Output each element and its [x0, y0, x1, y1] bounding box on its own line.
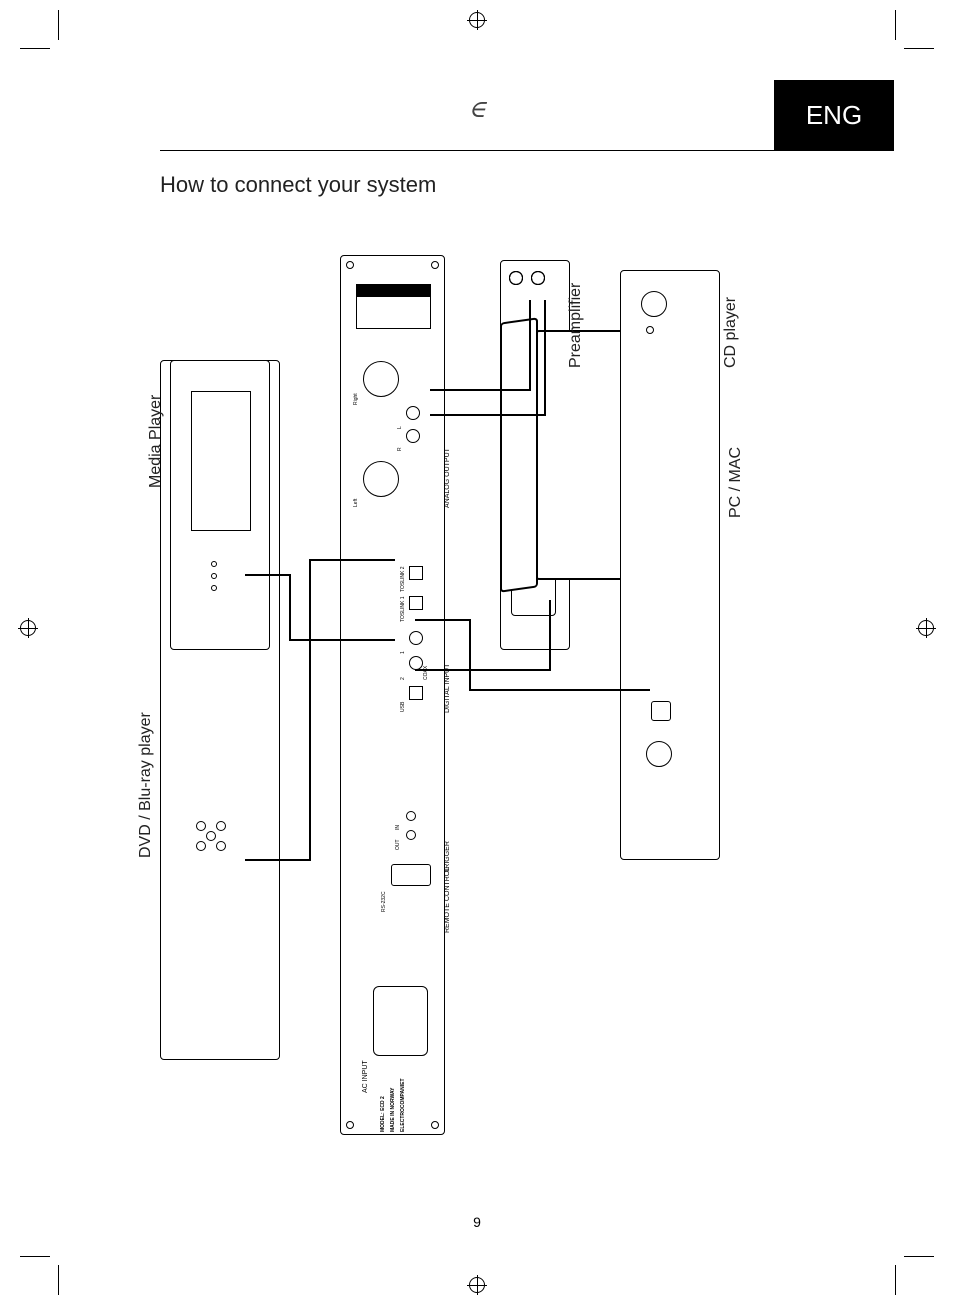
coax1-label: 1	[400, 651, 406, 654]
media-player	[170, 360, 270, 650]
dvd-output-cluster	[196, 821, 246, 871]
cd-led	[646, 326, 654, 334]
analog-output-section: ANALOG OUTPUT Right L R Left	[351, 351, 436, 521]
ac-input-section: AC INPUT	[351, 976, 436, 1096]
control-section: TRIGGER IN OUT REMOTE CONTROL RS-232C	[351, 806, 436, 926]
brand-logo: ∈	[468, 95, 486, 124]
coax1-port	[409, 631, 423, 645]
cd-label: CD player	[722, 297, 740, 368]
screw-icon	[346, 1121, 354, 1129]
page-number: 9	[473, 1214, 481, 1230]
crop-mark	[20, 48, 50, 49]
xlr-right	[363, 361, 399, 397]
rca-r	[406, 429, 420, 443]
xlr-left-label: Left	[353, 499, 359, 507]
media-player-display	[191, 391, 251, 531]
trigger-out-label: OUT	[395, 839, 401, 850]
cd-coax-out	[646, 741, 672, 767]
trigger-out	[406, 830, 416, 840]
ac-inlet	[373, 986, 428, 1056]
model-line1: MODEL: ECD 2	[380, 1096, 386, 1132]
language-badge: ENG	[774, 80, 894, 150]
usb-label: USB	[400, 702, 406, 712]
rs232-port	[391, 864, 431, 886]
xlr-right-label: Right	[353, 393, 359, 405]
coax2-label: 2	[400, 677, 406, 680]
crop-mark	[58, 10, 59, 40]
analog-output-label: ANALOG OUTPUT	[444, 448, 451, 508]
usb-port	[409, 686, 423, 700]
registration-mark	[918, 620, 934, 636]
trigger-in	[406, 811, 416, 821]
crop-mark	[895, 10, 896, 40]
crop-mark	[904, 1256, 934, 1257]
rs232-label: RS-232C	[381, 891, 387, 912]
crop-mark	[58, 1265, 59, 1295]
xlr-left	[363, 461, 399, 497]
cd-player	[620, 270, 720, 860]
crop-mark	[904, 48, 934, 49]
connection-diagram: CAUTION ANALOG OUTPUT Right L R Left DIG…	[130, 220, 800, 1140]
registration-mark	[20, 620, 36, 636]
pc-label: PC / MAC	[727, 447, 745, 518]
digital-input-section: DIGITAL INPUT TOSLINK 2 TOSLINK 1 1 2 CO…	[351, 556, 436, 726]
rca-r-label: R	[397, 447, 403, 451]
digital-input-label: DIGITAL INPUT	[444, 664, 451, 713]
remote-control-label: REMOTE CONTROL	[444, 867, 451, 933]
media-label: Media Player	[147, 395, 165, 488]
ac-input-label: AC INPUT	[362, 1060, 369, 1093]
screw-icon	[346, 261, 354, 269]
preamp-label: Preamplifier	[567, 283, 585, 368]
media-player-ports	[211, 561, 217, 591]
dac-rear-panel: CAUTION ANALOG OUTPUT Right L R Left DIG…	[340, 255, 445, 1135]
page-title: How to connect your system	[160, 172, 436, 198]
screw-icon	[431, 1121, 439, 1129]
caution-label: CAUTION	[356, 284, 431, 329]
model-line2: MADE IN NORWAY	[390, 1088, 396, 1132]
coax2-port	[409, 656, 423, 670]
coax-label: COAX	[423, 666, 429, 680]
toslink1-label: TOSLINK 1	[400, 597, 406, 622]
screw-icon	[431, 261, 439, 269]
cd-display	[641, 291, 667, 317]
crop-mark	[895, 1265, 896, 1295]
toslink2-port	[409, 566, 423, 580]
cd-toslink-out	[651, 701, 671, 721]
registration-mark	[469, 12, 485, 28]
caution-title: CAUTION	[439, 308, 445, 331]
rca-l	[406, 406, 420, 420]
toslink2-label: TOSLINK 2	[400, 567, 406, 592]
divider	[160, 150, 894, 151]
crop-mark	[20, 1256, 50, 1257]
trigger-in-label: IN	[395, 825, 401, 830]
laptop-keyboard	[500, 317, 538, 592]
language-badge-text: ENG	[806, 100, 862, 131]
dvd-label: DVD / Blu-ray player	[137, 712, 155, 858]
toslink1-port	[409, 596, 423, 610]
registration-mark	[469, 1277, 485, 1293]
model-line3: ELECTROCOMPANIET	[400, 1078, 406, 1132]
rca-l-label: L	[397, 426, 403, 429]
